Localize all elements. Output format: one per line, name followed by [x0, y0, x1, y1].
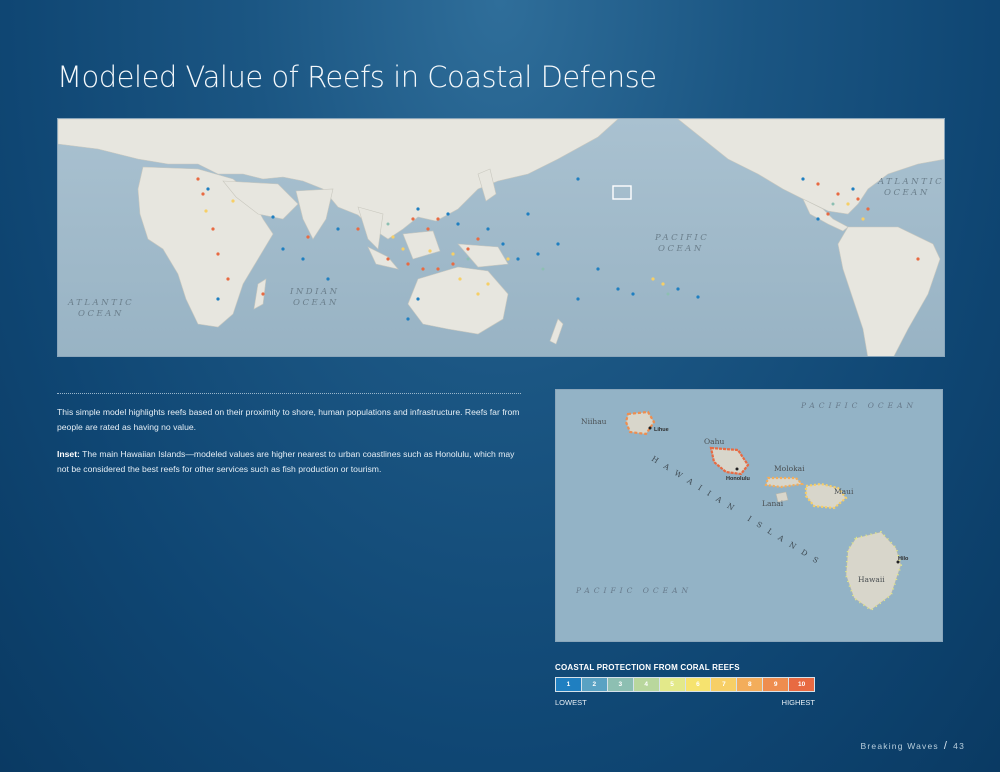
section-divider [57, 393, 521, 394]
inset-map-graphic: PACIFIC OCEAN PACIFIC OCEAN Niihau Oahu … [556, 390, 942, 641]
map-description: This simple model highlights reefs based… [57, 407, 520, 432]
town-label-hilo: Hilo [898, 556, 909, 562]
legend-low-label: LOWEST [555, 698, 587, 707]
inset-description: Inset: The main Hawaiian Islands—modeled… [57, 447, 527, 477]
town-label-honolulu: Honolulu [726, 476, 750, 482]
inset-body: The main Hawaiian Islands—modeled values… [57, 449, 515, 474]
legend: COASTAL PROTECTION FROM CORAL REEFS 1234… [555, 663, 815, 707]
island-label-lanai: Lanai [762, 499, 784, 508]
island-label-molokai: Molokai [774, 464, 805, 473]
world-reef-map[interactable]: ATLANTIC OCEAN INDIAN OCEAN PACIFIC OCEA… [57, 118, 945, 357]
hawaii-inset-map[interactable]: PACIFIC OCEAN PACIFIC OCEAN Niihau Oahu … [555, 389, 943, 642]
legend-scale: 1 2 3 4 5 6 7 8 9 10 [555, 677, 815, 692]
world-map-graphic: ATLANTIC OCEAN INDIAN OCEAN PACIFIC OCEA… [58, 119, 944, 356]
legend-class-7: 7 [711, 678, 738, 691]
ocean-label-pacific-2: OCEAN [658, 244, 704, 254]
legend-class-5: 5 [659, 678, 686, 691]
inset-ocean-top: PACIFIC OCEAN [800, 401, 917, 410]
island-label-oahu: Oahu [704, 437, 724, 446]
ocean-label-atlantic-west-2: OCEAN [78, 309, 124, 319]
legend-title: COASTAL PROTECTION FROM CORAL REEFS [555, 663, 740, 672]
ocean-label-atlantic-east-1: ATLANTIC [877, 177, 944, 187]
footer-page-number: 43 [953, 741, 965, 751]
legend-class-9: 9 [763, 678, 790, 691]
ocean-label-indian-1: INDIAN [289, 287, 340, 297]
footer-separator: / [943, 740, 949, 752]
legend-class-4: 4 [633, 678, 660, 691]
ocean-label-pacific-1: PACIFIC [654, 233, 709, 243]
ocean-label-indian-2: OCEAN [293, 298, 339, 308]
footer-publication: Breaking Waves [860, 741, 939, 751]
legend-class-8: 8 [737, 678, 764, 691]
island-label-maui: Maui [834, 487, 854, 496]
island-label-hawaii: Hawaii [858, 575, 885, 584]
legend-class-6: 6 [685, 678, 712, 691]
inset-label: Inset: [57, 449, 80, 459]
legend-class-2: 2 [581, 678, 608, 691]
inset-ocean-bottom: PACIFIC OCEAN [575, 586, 692, 595]
island-label-niihau: Niihau [581, 417, 607, 426]
legend-high-label: HIGHEST [781, 698, 815, 707]
page-title: Modeled Value of Reefs in Coastal Defens… [57, 60, 657, 94]
ocean-label-atlantic-east-2: OCEAN [884, 188, 930, 198]
legend-class-3: 3 [607, 678, 634, 691]
legend-class-10: 10 [789, 678, 815, 691]
town-label-lihue: Lihue [654, 427, 669, 433]
legend-class-1: 1 [556, 678, 582, 691]
ocean-label-atlantic-west-1: ATLANTIC [67, 298, 134, 308]
page-footer: Breaking Waves / 43 [861, 740, 966, 752]
